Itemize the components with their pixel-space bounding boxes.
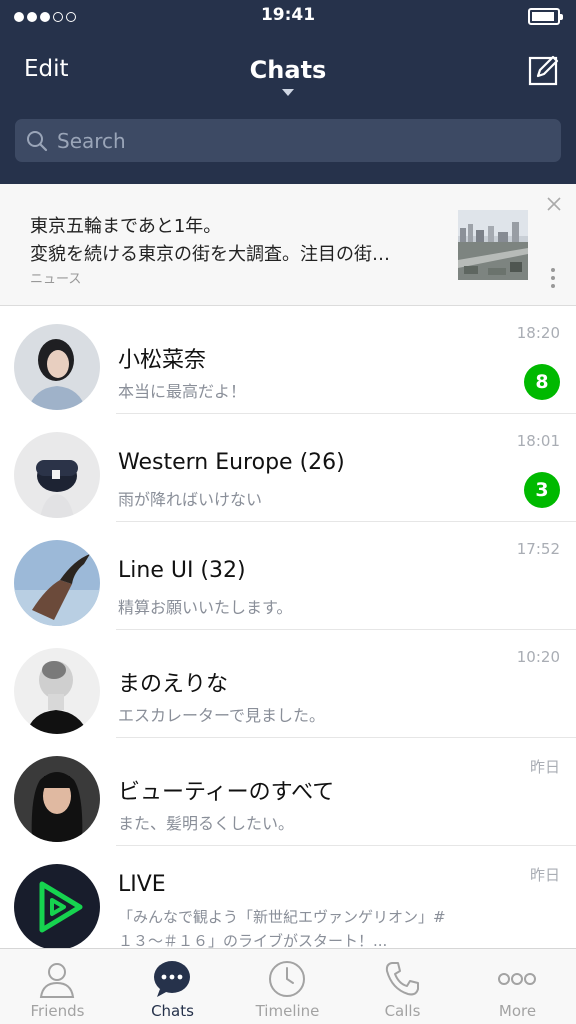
live-logo [14,864,100,950]
clock-icon [269,961,305,997]
tab-calls[interactable]: Calls [345,949,460,1024]
chat-row[interactable]: Western Europe (26) 雨が降ればいけない 18:01 3 [0,414,576,522]
chat-name: Western Europe (26) [118,450,345,475]
tab-bar: Friends Chats Timeline Calls More [0,948,576,1024]
avatar [14,540,100,626]
tab-label: Friends [30,1002,85,1020]
avatar [14,324,100,410]
avatar [14,756,100,842]
tab-more[interactable]: More [460,949,575,1024]
chat-name: LIVE [118,872,166,897]
chat-row[interactable]: 小松菜奈 本当に最高だよ！ 18:20 8 [0,306,576,414]
news-source: ニュース [30,272,82,287]
news-thumbnail [458,210,528,280]
more-icon [498,973,536,985]
chat-time: 昨日 [529,866,560,884]
chat-name: 小松菜奈 [118,348,207,373]
chat-preview: 雨が降ればいけない [118,490,263,509]
search-placeholder: Search [57,129,126,153]
search-input[interactable]: Search [15,119,561,162]
chat-time: 10:20 [516,648,560,666]
chat-name: ビューティーのすべて [118,780,335,805]
phone-icon [385,962,419,996]
tab-friends[interactable]: Friends [0,949,115,1024]
chat-preview: エスカレーターで見ました。 [118,706,326,725]
chat-name: Line UI (32) [118,558,246,583]
compose-icon[interactable] [528,54,560,86]
chat-preview: 「みんなで観よう「新世紀エヴァンゲリオン」# [118,908,446,926]
more-options-icon[interactable] [551,268,555,292]
news-headline-line1: 東京五輪まであと1年。 [30,216,222,237]
header-bar: 19:41 Edit Chats Search [0,0,576,184]
tab-label: More [498,1002,537,1020]
chat-preview: また、髪明るくしたい。 [118,814,295,833]
battery-icon [528,8,563,25]
tab-timeline[interactable]: Timeline [230,949,345,1024]
avatar [14,432,100,518]
chat-preview: 本当に最高だよ！ [118,382,247,401]
status-time: 19:41 [260,5,316,25]
title-dropdown-caret-icon[interactable] [282,89,294,96]
close-icon[interactable] [546,196,562,212]
search-icon [27,131,48,152]
tab-label: Chats [151,1002,194,1020]
status-bar: 19:41 [0,0,576,34]
chat-preview: 精算お願いいたします。 [118,598,293,617]
tab-label: Timeline [255,1002,320,1020]
page-title[interactable]: Chats [0,56,576,84]
chat-row[interactable]: ビューティーのすべて また、髪明るくしたい。 昨日 [0,738,576,846]
unread-badge: 3 [524,472,560,508]
chat-row[interactable]: まのえりな エスカレーターで見ました。 10:20 [0,630,576,738]
chat-time: 18:20 [516,324,560,342]
person-icon [39,963,75,998]
news-headline-line2: 変貌を続ける東京の街を大調査。注目の街… [30,244,390,265]
tab-chats[interactable]: Chats [115,949,230,1024]
chat-bubble-icon [154,961,190,997]
chat-time: 17:52 [516,540,560,558]
chat-row[interactable]: Line UI (32) 精算お願いいたします。 17:52 [0,522,576,630]
unread-badge: 8 [524,364,560,400]
chat-time: 昨日 [529,758,560,776]
avatar [14,648,100,734]
chat-name: まのえりな [118,672,229,697]
chat-row[interactable]: LIVE 「みんなで観よう「新世紀エヴァンゲリオン」# １３～＃１６」のライブが… [0,846,576,954]
tab-label: Calls [384,1002,421,1020]
chat-time: 18:01 [516,432,560,450]
news-banner[interactable]: 東京五輪まであと1年。 変貌を続ける東京の街を大調査。注目の街… ニュース [0,184,576,306]
